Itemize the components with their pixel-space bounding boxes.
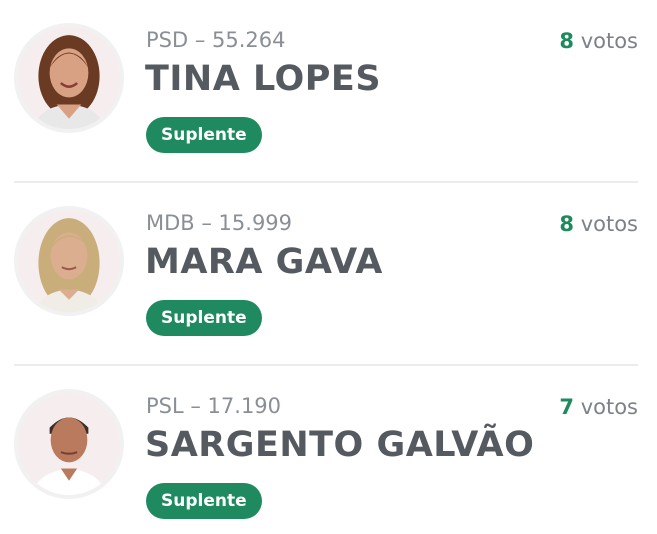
candidate-photo <box>18 393 120 495</box>
party-number: PSL – 17.190 <box>146 394 282 418</box>
candidate-photo <box>18 27 120 129</box>
candidate-photo <box>18 210 120 312</box>
status-badge: Suplente <box>146 483 262 519</box>
status-badge: Suplente <box>146 117 262 153</box>
candidate-avatar[interactable] <box>14 389 124 499</box>
candidate-name: TINA LOPES <box>145 59 382 99</box>
votes-count: 7 votos <box>559 393 638 421</box>
candidate-card[interactable]: PSL – 17.190 SARGENTO GALVÃO 7 votos Sup… <box>0 366 657 534</box>
votes-number: 8 <box>559 212 574 236</box>
party-number: MDB – 15.999 <box>146 211 293 235</box>
candidate-card[interactable]: PSD – 55.264 TINA LOPES 8 votos Suplente <box>0 0 657 183</box>
candidate-card[interactable]: MDB – 15.999 MARA GAVA 8 votos Suplente <box>0 183 657 366</box>
votes-label: votos <box>580 395 638 419</box>
candidate-list: PSD – 55.264 TINA LOPES 8 votos Suplente… <box>0 0 657 534</box>
votes-label: votos <box>580 29 638 53</box>
candidate-avatar[interactable] <box>14 23 124 133</box>
candidate-name: MARA GAVA <box>145 242 383 282</box>
candidate-name: SARGENTO GALVÃO <box>145 425 535 465</box>
party-number: PSD – 55.264 <box>146 28 286 52</box>
votes-number: 8 <box>559 29 574 53</box>
status-badge: Suplente <box>146 300 262 336</box>
candidate-avatar[interactable] <box>14 206 124 316</box>
votes-count: 8 votos <box>559 27 638 55</box>
votes-number: 7 <box>559 395 574 419</box>
votes-label: votos <box>580 212 638 236</box>
votes-count: 8 votos <box>559 210 638 238</box>
